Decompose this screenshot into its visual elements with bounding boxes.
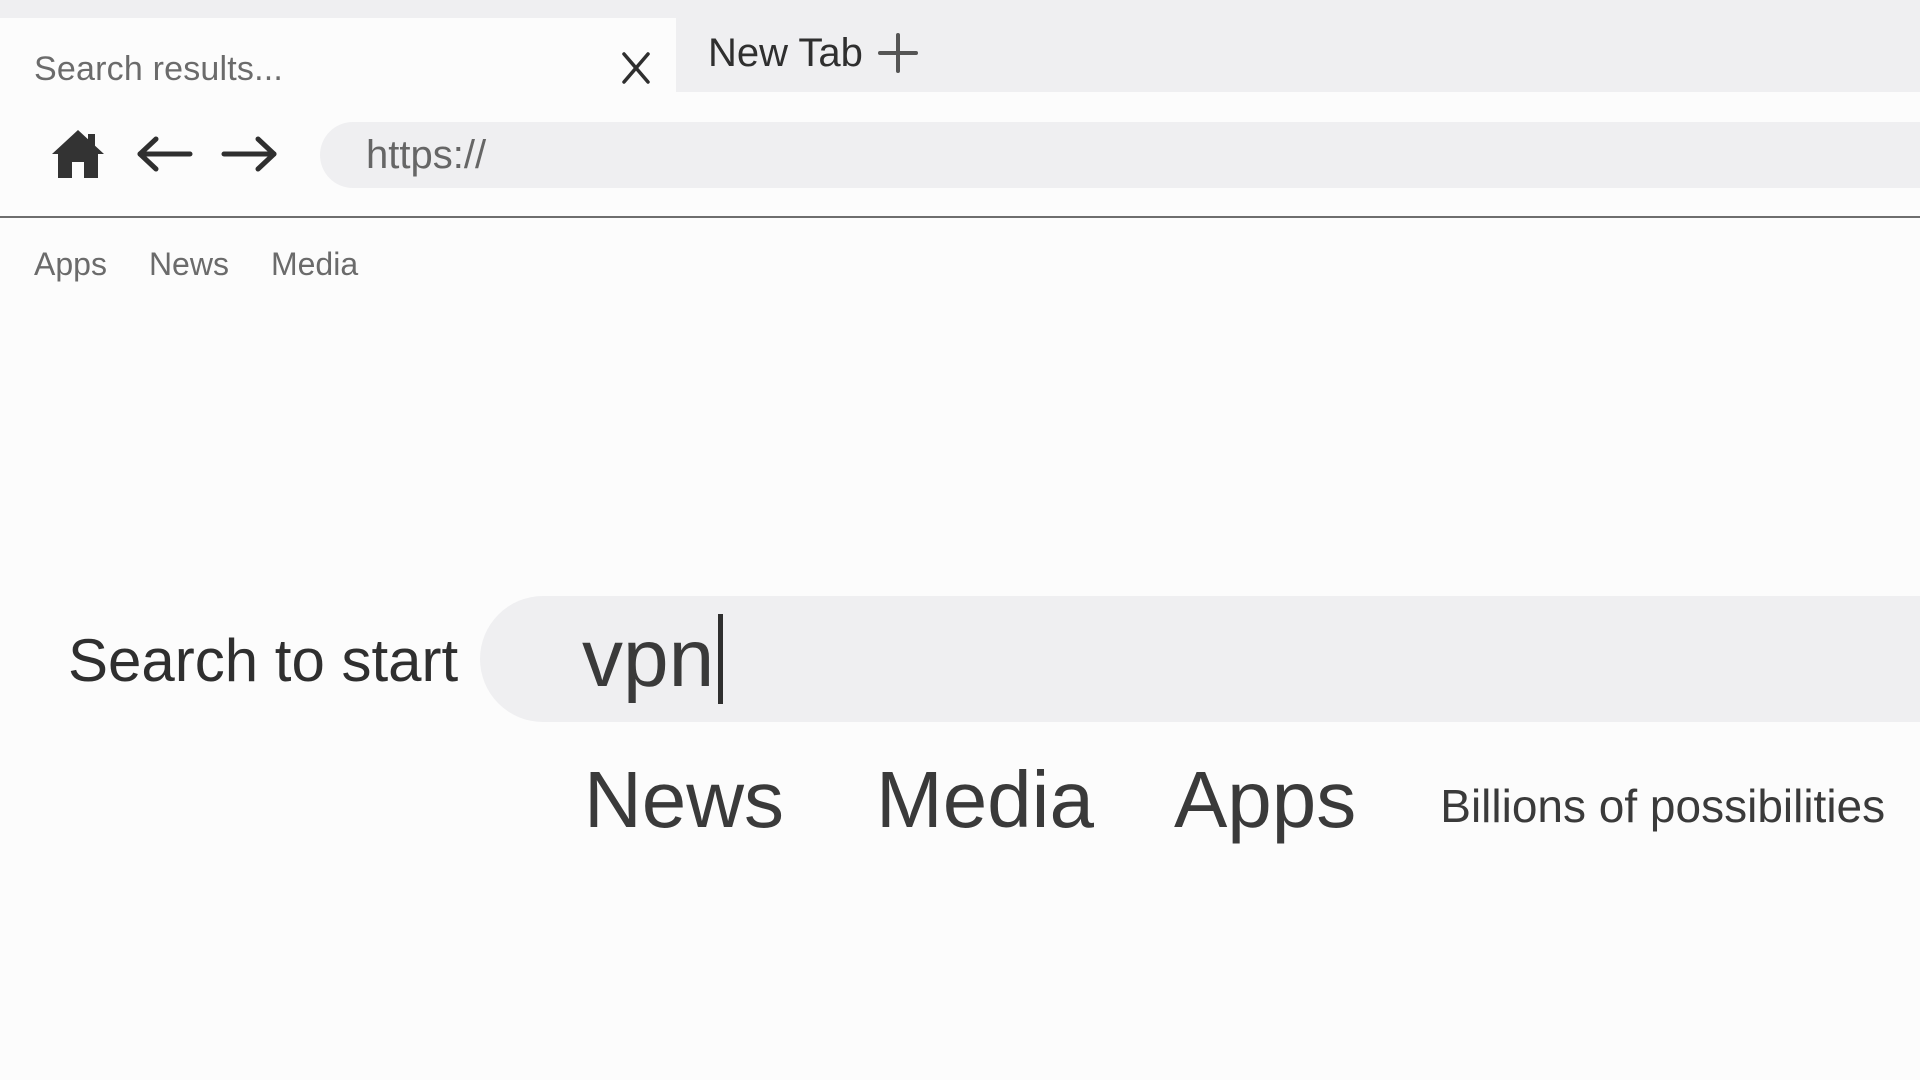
tagline: Billions of possibilities [1440,780,1886,832]
quick-link-media[interactable]: Media [876,754,1094,846]
bookmark-news[interactable]: News [149,246,229,290]
url-input[interactable] [366,132,1766,178]
quick-link-news[interactable]: News [584,754,784,846]
tab-strip-background [0,0,676,18]
text-caret [718,614,724,704]
plus-icon [877,33,918,73]
new-tab-button[interactable]: New Tab [708,28,919,78]
tab-close-button[interactable] [614,46,658,90]
quick-link-apps[interactable]: Apps [1174,754,1356,846]
browser-window: Search results... New Tab https:// Apps … [0,0,1920,1080]
search-prompt-label: Search to start [68,627,459,694]
search-input[interactable]: vpn [480,596,1920,722]
arrow-left-icon[interactable] [136,136,194,172]
tab-title: Search results... [34,50,284,88]
tab-strip: Search results... New Tab [0,0,1920,92]
close-icon [622,52,650,84]
new-tab-label: New Tab [708,30,863,75]
arrow-right-icon[interactable] [220,136,278,172]
bookmark-media[interactable]: Media [271,246,358,290]
address-bar[interactable] [320,122,1920,188]
home-icon[interactable] [50,128,106,180]
browser-toolbar [0,92,1920,218]
bookmarks-bar: Apps News Media [34,246,358,290]
bookmark-apps[interactable]: Apps [34,246,107,290]
quick-links: News Media Apps Billions of possibilitie… [584,752,1885,848]
search-input-value: vpn [582,613,715,704]
tab-active[interactable]: Search results... [0,18,676,92]
